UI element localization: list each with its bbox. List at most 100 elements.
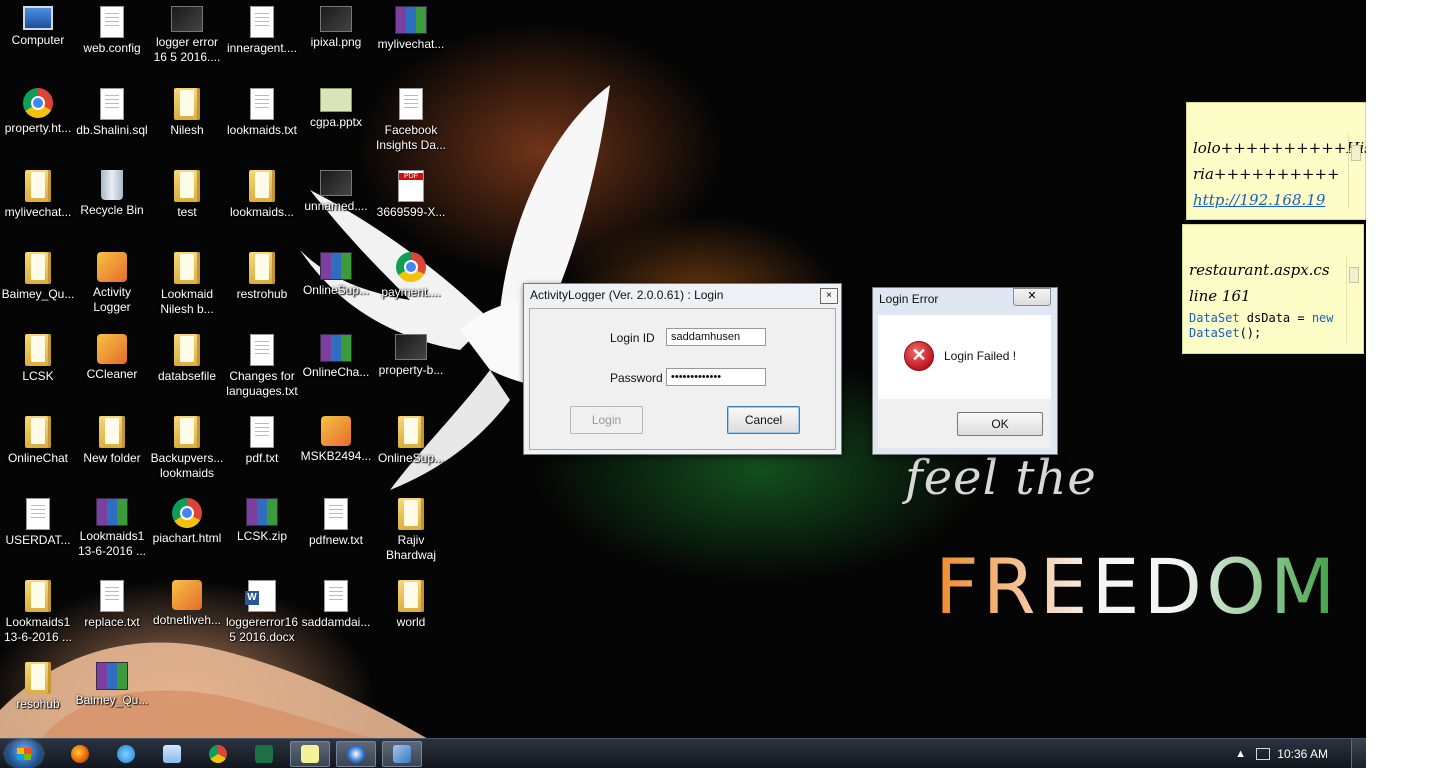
desktop-icon[interactable]: USERDAT... bbox=[0, 496, 76, 548]
taskbar-internet-explorer[interactable] bbox=[106, 741, 146, 767]
desktop-icon[interactable]: Lookmaid Nilesh b... bbox=[149, 250, 225, 317]
desktop-icon[interactable]: piachart.html bbox=[149, 496, 225, 546]
login-button[interactable]: Login bbox=[570, 406, 643, 434]
desktop-icon[interactable]: db.Shalini.sql bbox=[74, 86, 150, 138]
desktop-icon[interactable]: Lookmaids1 13-6-2016 ... bbox=[74, 496, 150, 559]
taskbar-excel[interactable] bbox=[244, 741, 284, 767]
desktop-icon[interactable]: logger error 16 5 2016.... bbox=[149, 4, 225, 65]
desktop-icon[interactable]: web.config bbox=[74, 4, 150, 56]
desktop-icon[interactable]: ipixal.png bbox=[298, 4, 374, 50]
folder-icon bbox=[25, 662, 51, 694]
desktop-icon[interactable]: Backupvers... lookmaids bbox=[149, 414, 225, 481]
desktop-icon[interactable]: property-b... bbox=[373, 332, 449, 378]
taskbar-chrome[interactable] bbox=[198, 741, 238, 767]
sticky-note-2-scrollbar[interactable] bbox=[1346, 255, 1359, 343]
taskbar-notepad[interactable] bbox=[152, 741, 192, 767]
show-hidden-icons-button[interactable]: ▲ bbox=[1235, 748, 1246, 760]
desktop-icon[interactable]: test bbox=[149, 168, 225, 220]
wallpaper-text-freedom: FREEDOM bbox=[935, 542, 1340, 631]
desktop-icon[interactable]: saddamdai... bbox=[298, 578, 374, 630]
sticky-note-2[interactable]: restaurant.aspx.cs line 161 DataSet dsDa… bbox=[1182, 224, 1364, 354]
desktop-icon[interactable]: OnlineSup... bbox=[373, 414, 449, 466]
web-image-icon bbox=[395, 334, 427, 360]
desktop-icon[interactable]: Changes for languages.txt bbox=[224, 332, 300, 399]
desktop-icon[interactable]: Baimey_Qu... bbox=[0, 250, 76, 302]
desktop-icon[interactable]: loggererror16 5 2016.docx bbox=[224, 578, 300, 645]
desktop-icon[interactable]: inneragent.... bbox=[224, 4, 300, 56]
desktop-icon[interactable]: Baimey_Qu... bbox=[74, 660, 150, 708]
desktop-icon[interactable]: Lookmaids1 13-6-2016 ... bbox=[0, 578, 76, 645]
folder-icon bbox=[25, 334, 51, 366]
desktop-icon[interactable]: CCleaner bbox=[74, 332, 150, 382]
taskbar-activity-logger[interactable] bbox=[336, 741, 376, 767]
error-dialog-message-area: ✕ Login Failed ! bbox=[878, 315, 1051, 399]
desktop-icon[interactable]: databsefile bbox=[149, 332, 225, 384]
desktop-icon-label: inneragent.... bbox=[226, 41, 298, 55]
code-keyword-new: new bbox=[1311, 311, 1334, 325]
desktop-icon-label: USERDAT... bbox=[5, 533, 71, 547]
desktop-icon[interactable]: LCSK.zip bbox=[224, 496, 300, 544]
taskbar-clock[interactable]: 10:36 AM bbox=[1277, 747, 1328, 761]
sticky-note-1-link[interactable]: http://192.168.19 bbox=[1193, 191, 1325, 209]
login-window-close-button[interactable]: × bbox=[820, 288, 838, 304]
desktop-icon[interactable]: mylivechat... bbox=[373, 4, 449, 52]
sticky-note-2-line1: restaurant.aspx.cs bbox=[1189, 261, 1330, 279]
taskbar-firefox[interactable] bbox=[60, 741, 100, 767]
desktop-icon[interactable]: Computer bbox=[0, 4, 76, 48]
cancel-button[interactable]: Cancel bbox=[727, 406, 800, 434]
desktop-icon[interactable]: mylivechat... bbox=[0, 168, 76, 220]
desktop-icon[interactable]: dotnetliveh... bbox=[149, 578, 225, 628]
desktop-icon-label: 3669599-X... bbox=[376, 205, 446, 219]
folder-icon bbox=[25, 170, 51, 202]
installer-icon bbox=[321, 416, 351, 446]
desktop-icon[interactable]: Nilesh bbox=[149, 86, 225, 138]
sticky-notes-icon bbox=[301, 745, 319, 763]
desktop-icon[interactable]: property.ht... bbox=[0, 86, 76, 136]
desktop-icon[interactable]: lookmaids.txt bbox=[224, 86, 300, 138]
start-button[interactable] bbox=[6, 740, 42, 768]
desktop-icon[interactable]: Recycle Bin bbox=[74, 168, 150, 218]
desktop-icon[interactable]: 3669599-X... bbox=[373, 168, 449, 220]
desktop-icon[interactable]: Facebook Insights Da... bbox=[373, 86, 449, 153]
folder-icon bbox=[99, 416, 125, 448]
taskbar-app-window[interactable] bbox=[382, 741, 422, 767]
folder-icon bbox=[249, 170, 275, 202]
desktop-icon[interactable]: world bbox=[373, 578, 449, 630]
desktop-icon[interactable]: pdf.txt bbox=[224, 414, 300, 466]
desktop-icon[interactable]: payment.... bbox=[373, 250, 449, 300]
desktop-icon-label: Baimey_Qu... bbox=[1, 287, 75, 301]
taskbar-sticky-notes[interactable] bbox=[290, 741, 330, 767]
desktop-icon-label: Lookmaid Nilesh b... bbox=[160, 287, 214, 316]
desktop-icon[interactable]: restrohub bbox=[224, 250, 300, 302]
desktop-icon-label: Changes for languages.txt bbox=[226, 369, 298, 398]
chrome-html-icon bbox=[396, 252, 426, 282]
desktop-icon[interactable]: replace.txt bbox=[74, 578, 150, 630]
login-id-input[interactable] bbox=[666, 328, 766, 346]
image-file-icon bbox=[320, 6, 352, 32]
desktop-icon-label: piachart.html bbox=[152, 531, 222, 545]
desktop-icon[interactable]: OnlineSup... bbox=[298, 250, 374, 298]
sticky-note-1[interactable]: lolo++++++++++Hisu ria++++++++++ http://… bbox=[1186, 102, 1366, 220]
desktop-icon[interactable]: lookmaids... bbox=[224, 168, 300, 220]
desktop-icon[interactable]: resohub bbox=[0, 660, 76, 712]
chrome-html-icon bbox=[172, 498, 202, 528]
desktop-icon[interactable]: OnlineCha... bbox=[298, 332, 374, 380]
login-window-body: Login ID Password Login Cancel bbox=[529, 308, 836, 450]
sticky-note-1-scrollbar[interactable] bbox=[1348, 133, 1361, 209]
error-dialog-close-button[interactable]: ✕ bbox=[1013, 288, 1051, 306]
password-input[interactable] bbox=[666, 368, 766, 386]
show-desktop-button[interactable] bbox=[1351, 739, 1366, 768]
desktop-icon[interactable]: MSKB2494... bbox=[298, 414, 374, 464]
desktop-icon[interactable]: pdfnew.txt bbox=[298, 496, 374, 548]
desktop-icon[interactable]: cgpa.pptx bbox=[298, 86, 374, 130]
desktop-icon[interactable]: New folder bbox=[74, 414, 150, 466]
desktop-icon-label: Nilesh bbox=[170, 123, 204, 137]
ok-button[interactable]: OK bbox=[957, 412, 1043, 436]
desktop-icon[interactable]: Activity Logger bbox=[74, 250, 150, 315]
desktop-icon[interactable]: unnamed.... bbox=[298, 168, 374, 214]
desktop-icon[interactable]: Rajiv Bhardwaj bbox=[373, 496, 449, 563]
network-icon[interactable] bbox=[1256, 748, 1270, 760]
desktop-icon-label: property-b... bbox=[378, 363, 444, 377]
desktop-icon[interactable]: OnlineChat bbox=[0, 414, 76, 466]
desktop-icon[interactable]: LCSK bbox=[0, 332, 76, 384]
